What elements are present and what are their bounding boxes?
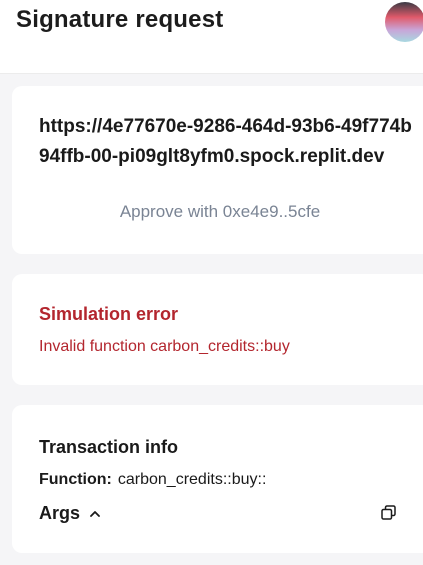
simulation-error-card: Simulation error Invalid function carbon… <box>12 274 423 385</box>
simulation-error-message: Invalid function carbon_credits::buy <box>39 338 290 355</box>
function-value: carbon_credits::buy:: <box>117 471 267 488</box>
chevron-up-icon <box>89 508 101 520</box>
origin-url: https://4e77670e-9286-464d-93b6-49f774b9… <box>39 116 412 167</box>
function-label: Function: <box>39 471 112 488</box>
copy-icon[interactable] <box>379 503 397 521</box>
origin-card: https://4e77670e-9286-464d-93b6-49f774b9… <box>12 86 423 254</box>
account-avatar[interactable] <box>385 2 423 42</box>
transaction-info-card: Transaction info Function: carbon_credits… <box>12 405 423 553</box>
args-label: Args <box>39 503 81 523</box>
header: Signature request <box>0 0 423 74</box>
function-row: Function: carbon_credits::buy:: <box>39 471 266 489</box>
approve-with-account-text: Approve with 0xe4e9..5cfe <box>119 202 321 221</box>
page-title: Signature request <box>16 6 224 33</box>
transaction-info-title: Transaction info <box>39 437 179 457</box>
simulation-error-title: Simulation error <box>39 304 179 324</box>
args-toggle[interactable]: Args <box>39 503 101 524</box>
